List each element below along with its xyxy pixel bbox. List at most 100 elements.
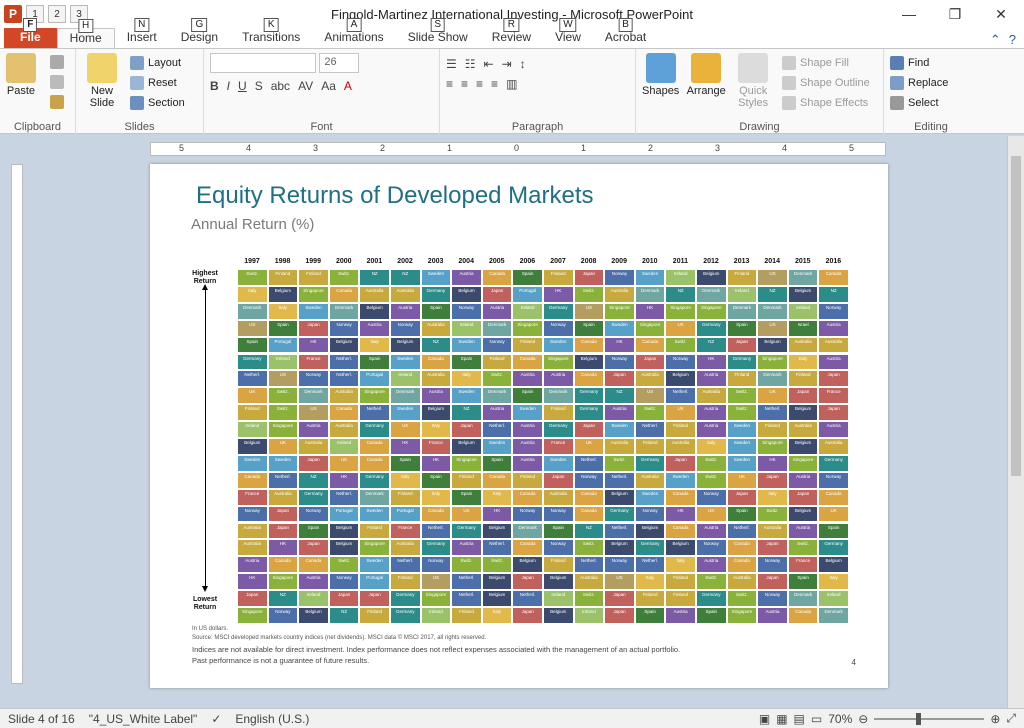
slide-canvas[interactable]: Equity Returns of Developed Markets Annu… — [150, 164, 888, 688]
zoom-in-icon[interactable]: ⊕ — [990, 712, 1000, 726]
shape-outline-button[interactable]: Shape Outline — [782, 73, 870, 93]
tab-acrobat[interactable]: Acrobat B — [593, 18, 658, 48]
shadow-icon[interactable]: S — [255, 79, 263, 93]
slide-title[interactable]: Equity Returns of Developed Markets — [196, 182, 594, 210]
numbering-icon[interactable]: ☷ — [465, 57, 476, 71]
grid-cell: France — [237, 488, 268, 506]
close-icon[interactable]: ✕ — [978, 0, 1024, 28]
spellcheck-icon[interactable]: ✓ — [211, 712, 221, 726]
zoom-slider-thumb[interactable] — [916, 712, 922, 725]
vertical-scrollbar[interactable] — [1007, 136, 1024, 708]
arrange-button[interactable]: Arrange — [687, 53, 726, 97]
find-button[interactable]: Find — [890, 53, 972, 73]
powerpoint-logo-icon[interactable]: P — [4, 5, 22, 23]
scrollbar-thumb[interactable] — [1011, 156, 1021, 476]
tab-file[interactable]: File F — [4, 18, 57, 48]
italic-icon[interactable]: I — [227, 79, 230, 93]
minimize-ribbon-icon[interactable]: ⌃ — [990, 32, 1001, 48]
bullets-icon[interactable]: ☰ — [446, 57, 457, 71]
tab-animations[interactable]: Animations A — [312, 18, 395, 48]
replace-button[interactable]: Replace — [890, 73, 972, 93]
grid-cell: US — [237, 319, 268, 337]
grid-cell: France — [543, 438, 574, 455]
grid-cell: Portugal — [267, 336, 299, 354]
copy-icon[interactable] — [50, 75, 64, 89]
case-icon[interactable]: Aa — [321, 79, 336, 93]
columns-icon[interactable]: ▥ — [506, 77, 517, 91]
grid-cell: Denmark — [328, 302, 360, 320]
grid-cell: Germany — [634, 539, 666, 557]
minimize-icon[interactable]: — — [886, 0, 932, 28]
grid-cell: Norway — [573, 471, 605, 489]
paste-button[interactable]: Paste — [6, 53, 36, 97]
layout-button[interactable]: Layout — [130, 53, 185, 73]
font-color-icon[interactable]: A — [344, 79, 352, 93]
zoom-level[interactable]: 70% — [828, 712, 852, 726]
grid-cell: Singapore — [237, 607, 268, 624]
format-painter-icon[interactable] — [50, 95, 64, 109]
grid-cell: Switz. — [726, 387, 758, 405]
shape-effects-button[interactable]: Shape Effects — [782, 93, 870, 113]
reading-view-icon[interactable]: ▤ — [794, 712, 805, 726]
grid-cell: Switz. — [573, 539, 605, 557]
tab-insert[interactable]: Insert N — [115, 18, 169, 48]
grid-cell: Canada — [298, 556, 329, 574]
slide-subtitle[interactable]: Annual Return (%) — [191, 216, 314, 233]
line-spacing-icon[interactable]: ↕ — [520, 57, 526, 71]
align-center-icon[interactable]: ≡ — [461, 77, 468, 91]
font-name-box[interactable] — [210, 53, 316, 73]
quick-styles-button[interactable]: Quick Styles — [733, 53, 773, 109]
undo-icon[interactable]: 2 — [48, 5, 66, 23]
bold-icon[interactable]: B — [210, 79, 219, 93]
reset-button[interactable]: Reset — [130, 73, 185, 93]
align-right-icon[interactable]: ≡ — [476, 77, 483, 91]
select-button[interactable]: Select — [890, 93, 972, 113]
slide-counter[interactable]: Slide 4 of 16 — [8, 712, 75, 726]
increase-indent-icon[interactable]: ⇥ — [502, 57, 512, 71]
slide-sorter-icon[interactable]: ▦ — [776, 712, 787, 726]
language-label[interactable]: English (U.S.) — [235, 712, 309, 726]
section-button[interactable]: Section — [130, 93, 185, 113]
grid-cell: Spain — [573, 319, 605, 337]
help-icon[interactable]: ? — [1009, 32, 1016, 48]
arrange-label: Arrange — [686, 85, 726, 97]
grid-cell: Switz. — [267, 387, 299, 405]
justify-icon[interactable]: ≡ — [491, 77, 498, 91]
shape-fill-button[interactable]: Shape Fill — [782, 53, 870, 73]
underline-icon[interactable]: U — [238, 79, 247, 93]
zoom-out-icon[interactable]: ⊖ — [858, 712, 868, 726]
spacing-icon[interactable]: AV — [298, 79, 313, 93]
year-label: 2005 — [489, 258, 505, 265]
restore-icon[interactable]: ❐ — [932, 0, 978, 28]
horizontal-ruler[interactable]: 5 4 3 2 1 0 1 2 3 4 5 — [150, 142, 886, 156]
new-slide-button[interactable]: New Slide — [82, 53, 122, 109]
grid-cell: Switz. — [757, 505, 788, 523]
tab-home[interactable]: Home H — [56, 19, 115, 48]
returns-grid[interactable]: Switz. Finland Finland Switz. NZ NZ Sweden Aust… — [237, 269, 849, 624]
grid-cell: Austria — [543, 370, 574, 388]
grid-cell: Spain — [481, 454, 513, 472]
zoom-slider[interactable] — [874, 712, 985, 725]
grid-cell: NZ — [696, 336, 727, 354]
grid-cell: Australia — [818, 336, 849, 354]
tab-review[interactable]: Review R — [480, 18, 543, 48]
align-left-icon[interactable]: ≡ — [446, 77, 453, 91]
grid-cell: NZ — [604, 387, 635, 405]
grid-cell: Ireland — [665, 269, 696, 286]
grid-cell: Germany — [696, 319, 727, 337]
cut-icon[interactable] — [50, 55, 64, 69]
font-size-box[interactable]: 26 — [319, 53, 360, 73]
vertical-ruler[interactable] — [11, 164, 23, 684]
tab-transitions[interactable]: Transitions K — [230, 18, 312, 48]
strikethrough-icon[interactable]: abc — [271, 79, 290, 93]
decrease-indent-icon[interactable]: ⇤ — [484, 57, 494, 71]
fit-slide-icon[interactable]: ⤢ — [1006, 711, 1016, 726]
normal-view-icon[interactable]: ▣ — [759, 712, 770, 726]
shapes-button[interactable]: Shapes — [642, 53, 679, 97]
grid-cell: Sweden — [634, 488, 666, 506]
tab-slide-show[interactable]: Slide Show S — [396, 18, 480, 48]
tab-design[interactable]: Design G — [169, 18, 230, 48]
tab-view[interactable]: View W — [543, 18, 593, 48]
slideshow-icon[interactable]: ▭ — [811, 712, 822, 726]
theme-name[interactable]: "4_US_White Label" — [89, 712, 198, 726]
